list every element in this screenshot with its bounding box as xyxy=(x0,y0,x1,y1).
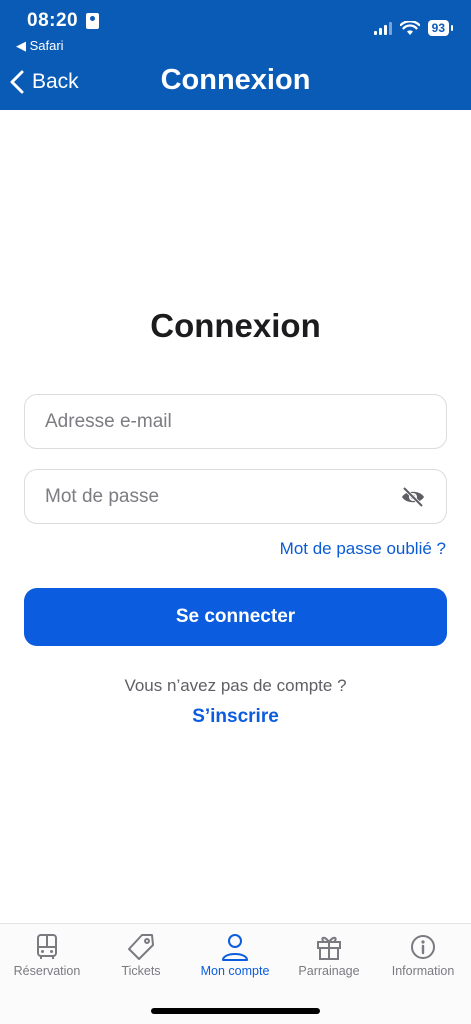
tab-label: Mon compte xyxy=(200,964,270,978)
email-field-container xyxy=(24,394,447,449)
tab-label: Information xyxy=(391,964,455,978)
password-field-container xyxy=(24,469,447,524)
contact-card-icon xyxy=(86,13,99,29)
tab-mon-compte[interactable]: Mon compte xyxy=(188,932,282,978)
status-time: 08:20 xyxy=(27,10,79,31)
tab-label: Réservation xyxy=(13,964,81,978)
tab-tickets[interactable]: Tickets xyxy=(94,932,188,978)
eye-slash-icon[interactable] xyxy=(400,486,426,508)
page-title: Connexion xyxy=(150,307,321,344)
battery-indicator: 93 xyxy=(427,20,454,36)
signup-link[interactable]: S’inscrire xyxy=(0,706,471,728)
gift-icon xyxy=(317,936,341,960)
tab-parrainage[interactable]: Parrainage xyxy=(282,932,376,978)
nav-title: Connexion xyxy=(160,64,311,96)
cellular-signal-icon xyxy=(373,21,392,35)
login-button[interactable]: Se connecter xyxy=(24,588,447,646)
home-indicator[interactable] xyxy=(151,1008,320,1014)
password-field[interactable] xyxy=(25,470,446,523)
bus-icon xyxy=(37,934,57,959)
status-indicators: 93 xyxy=(373,20,454,36)
tab-label: Tickets xyxy=(121,964,161,978)
person-icon xyxy=(222,934,248,961)
tab-information[interactable]: Information xyxy=(376,932,470,978)
forgot-password-link[interactable]: Mot de passe oublié ? xyxy=(280,539,446,559)
info-icon xyxy=(411,935,435,959)
no-account-text: Vous n’avez pas de compte ? xyxy=(124,676,347,695)
tag-icon xyxy=(128,934,154,960)
wifi-icon xyxy=(399,20,420,35)
email-field[interactable] xyxy=(25,395,446,448)
header-bar: 08:20 ◀ Safari 93 Back Connexion xyxy=(0,0,471,110)
back-to-safari[interactable]: ◀ Safari xyxy=(16,38,64,54)
tab-reservation[interactable]: Réservation xyxy=(0,932,94,978)
tab-label: Parrainage xyxy=(298,964,360,978)
